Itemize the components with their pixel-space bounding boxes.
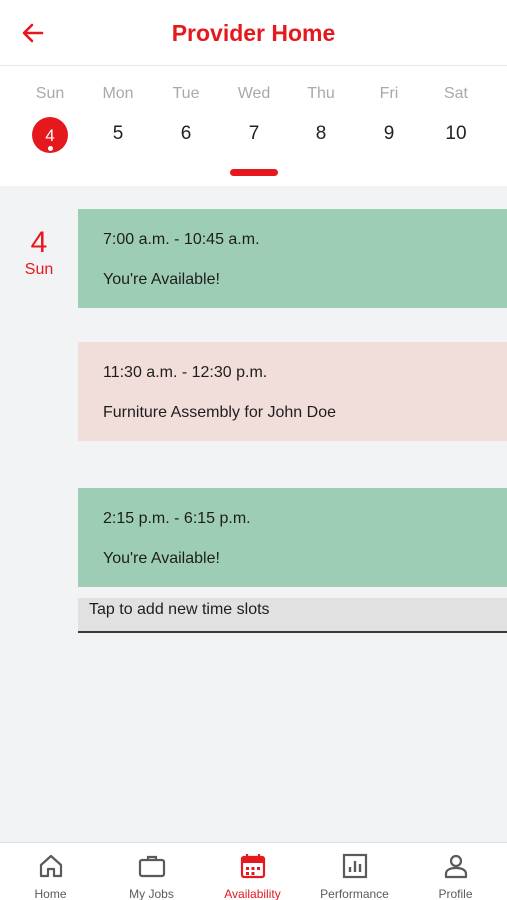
schedule-date-number: 4	[30, 226, 48, 259]
day-name: Wed	[237, 85, 271, 102]
top-app-bar: Provider Home	[0, 0, 507, 66]
day-mon[interactable]: Mon 5	[88, 66, 148, 186]
tab-home[interactable]: Home	[0, 843, 101, 900]
tab-label: My Jobs	[129, 887, 174, 900]
day-tue[interactable]: Tue 6	[156, 66, 216, 186]
day-number: 6	[180, 123, 192, 144]
app-root: Provider Home Sun 4 Mon 5 Tue 6 Wed 7 Th…	[0, 0, 507, 900]
day-fri[interactable]: Fri 9	[359, 66, 419, 186]
tab-availability[interactable]: Availability	[202, 843, 303, 900]
schedule-date-weekday: Sun	[24, 261, 54, 278]
time-slot-card[interactable]: 7:00 a.m. - 10:45 a.m. You're Available!	[78, 209, 507, 308]
day-name: Sat	[443, 85, 468, 102]
day-number: 9	[383, 123, 395, 144]
tab-performance[interactable]: Performance	[304, 843, 405, 900]
chart-icon	[342, 853, 368, 879]
tab-label: Profile	[438, 887, 473, 900]
week-strip: Sun 4 Mon 5 Tue 6 Wed 7 Thu 8 Fri 9 Sat …	[0, 66, 507, 186]
time-slot-card[interactable]: 2:15 p.m. - 6:15 p.m. You're Available!	[78, 488, 507, 587]
slot-time: 11:30 a.m. - 12:30 p.m.	[103, 364, 268, 381]
slot-description: Furniture Assembly for John Doe	[103, 404, 336, 421]
bottom-nav: Home My Jobs Availability Performance Pr…	[0, 842, 507, 900]
schedule-date-label: 4 Sun	[0, 226, 78, 280]
tab-profile[interactable]: Profile	[405, 843, 506, 900]
day-name: Fri	[379, 85, 399, 102]
add-time-slot-button[interactable]: Tap to add new time slots	[78, 598, 507, 633]
day-thu[interactable]: Thu 8	[291, 66, 351, 186]
home-icon	[39, 854, 63, 878]
tab-label: Availability	[224, 887, 281, 900]
day-number: 10	[445, 123, 467, 144]
event-dot	[48, 146, 53, 151]
slot-description: You're Available!	[103, 550, 220, 567]
slot-description: You're Available!	[103, 271, 220, 288]
person-icon	[444, 854, 468, 879]
slot-time: 2:15 p.m. - 6:15 p.m.	[103, 510, 251, 527]
day-name: Tue	[172, 85, 200, 102]
day-number: 5	[112, 123, 124, 144]
day-number: 7	[248, 123, 260, 144]
day-name: Mon	[102, 85, 134, 102]
day-wed[interactable]: Wed 7	[224, 66, 284, 186]
briefcase-icon	[138, 855, 166, 878]
time-slot-card[interactable]: 11:30 a.m. - 12:30 p.m. Furniture Assemb…	[78, 342, 507, 441]
tab-my-jobs[interactable]: My Jobs	[101, 843, 202, 900]
tab-label: Home	[34, 887, 67, 900]
tab-label: Performance	[320, 887, 389, 900]
day-name: Sun	[35, 85, 65, 102]
day-sat[interactable]: Sat 10	[426, 66, 486, 186]
day-sun[interactable]: Sun 4	[20, 66, 80, 186]
page-title: Provider Home	[171, 20, 336, 46]
slot-time: 7:00 a.m. - 10:45 a.m.	[103, 231, 260, 248]
calendar-icon	[240, 854, 266, 879]
day-underline-indicator	[230, 169, 278, 176]
day-number: 4	[45, 126, 55, 145]
add-time-slot-label: Tap to add new time slots	[89, 601, 270, 618]
day-number: 8	[315, 123, 327, 144]
day-name: Thu	[307, 85, 335, 102]
